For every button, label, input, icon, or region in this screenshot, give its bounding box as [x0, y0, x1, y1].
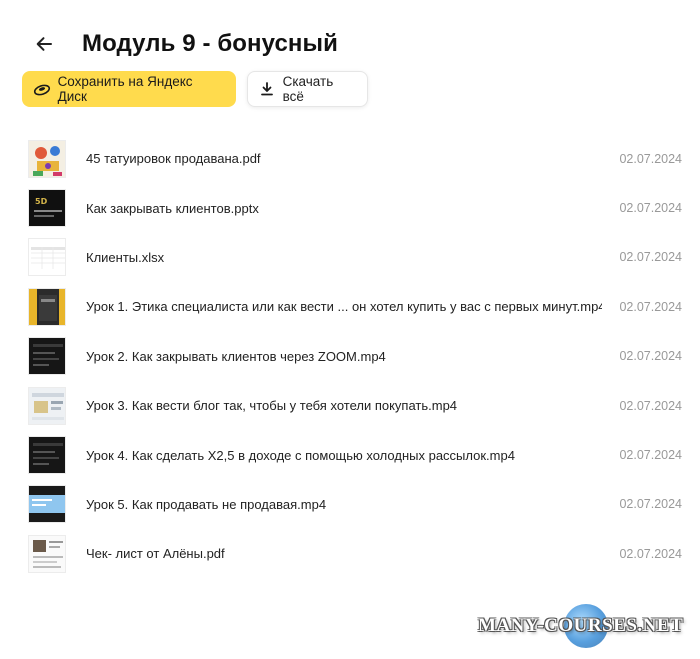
file-name: Чек- лист от Алёны.pdf — [86, 546, 225, 562]
file-thumbnail — [28, 139, 66, 178]
download-button-label: Скачать всё — [282, 74, 334, 104]
file-row[interactable]: Чек- лист от Алёны.pdf 02.07.2024 — [22, 529, 682, 578]
back-button[interactable] — [30, 30, 58, 58]
file-thumbnail — [28, 337, 66, 376]
file-date: 02.07.2024 — [619, 448, 682, 463]
watermark-text: MANY-COURSES.NET — [478, 615, 684, 636]
file-date: 02.07.2024 — [619, 151, 682, 166]
download-all-button[interactable]: Скачать всё — [247, 71, 368, 107]
file-thumbnail — [28, 534, 66, 573]
download-icon — [258, 79, 277, 99]
file-row[interactable]: Урок 3. Как вести блог так, чтобы у тебя… — [22, 381, 682, 430]
file-row[interactable]: Урок 2. Как закрывать клиентов через ZOO… — [22, 332, 682, 381]
toolbar: Сохранить на Яндекс Диск Скачать всё — [22, 71, 368, 107]
save-button-label: Сохранить на Яндекс Диск — [57, 74, 193, 104]
file-thumbnail: 5D — [28, 189, 66, 228]
file-date: 02.07.2024 — [619, 349, 682, 364]
svg-text:5D: 5D — [35, 197, 48, 206]
file-date: 02.07.2024 — [619, 250, 682, 265]
file-row[interactable]: 5D Как закрывать клиентов.pptx 02.07.2024 — [22, 183, 682, 232]
file-name: Урок 2. Как закрывать клиентов через ZOO… — [86, 348, 386, 364]
watermark: MANY-COURSES.NET — [478, 604, 683, 648]
file-thumbnail — [28, 238, 66, 277]
file-row[interactable]: Урок 1. Этика специалиста или как вести … — [22, 282, 682, 331]
file-thumbnail — [28, 436, 66, 475]
file-row[interactable]: 45 татуировок продавана.pdf 02.07.2024 — [22, 134, 682, 183]
file-date: 02.07.2024 — [619, 398, 682, 413]
file-list: 45 татуировок продавана.pdf 02.07.2024 5D К… — [22, 134, 682, 579]
file-thumbnail — [28, 386, 66, 425]
page-title: Модуль 9 - бонусный — [82, 30, 338, 57]
save-to-disk-button[interactable]: Сохранить на Яндекс Диск — [22, 71, 236, 107]
file-thumbnail — [28, 485, 66, 524]
file-name: Урок 1. Этика специалиста или как вести … — [86, 299, 602, 315]
file-row[interactable]: Урок 5. Как продавать не продавая.mp4 02.… — [22, 480, 682, 529]
yandex-disk-icon — [32, 79, 52, 99]
file-name: Как закрывать клиентов.pptx — [86, 200, 259, 216]
file-date: 02.07.2024 — [619, 497, 682, 512]
file-name: Урок 4. Как сделать Х2,5 в доходе с помо… — [86, 447, 515, 463]
arrow-left-icon — [36, 37, 52, 51]
page-header: Модуль 9 - бонусный — [30, 24, 338, 64]
file-date: 02.07.2024 — [619, 546, 682, 561]
file-thumbnail — [28, 287, 66, 326]
file-name: 45 татуировок продавана.pdf — [86, 151, 261, 167]
file-date: 02.07.2024 — [619, 201, 682, 216]
file-row[interactable]: Клиенты.xlsx 02.07.2024 — [22, 233, 682, 282]
file-name: Урок 5. Как продавать не продавая.mp4 — [86, 496, 327, 512]
file-name: Урок 3. Как вести блог так, чтобы у тебя… — [86, 398, 458, 414]
file-date: 02.07.2024 — [619, 299, 682, 314]
file-name: Клиенты.xlsx — [86, 249, 165, 265]
file-row[interactable]: Урок 4. Как сделать Х2,5 в доходе с помо… — [22, 430, 682, 479]
